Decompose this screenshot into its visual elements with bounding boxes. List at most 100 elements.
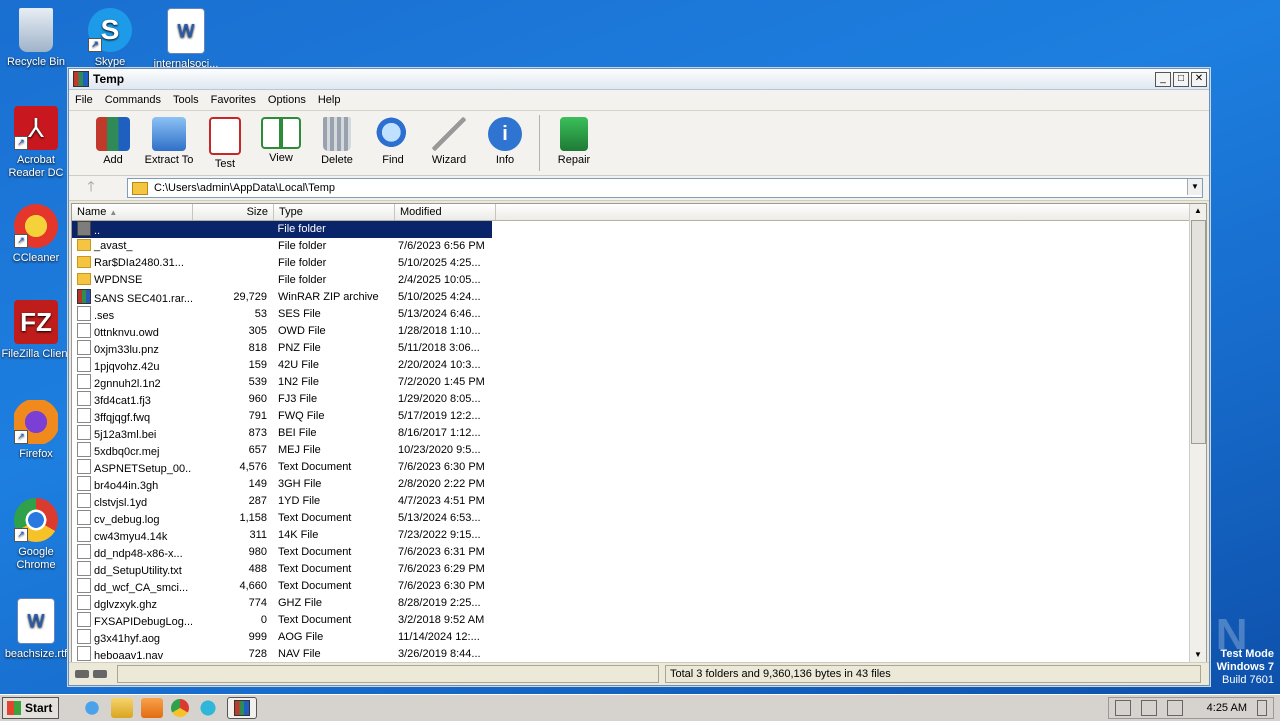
menu-help[interactable]: Help <box>312 94 347 106</box>
chevron-down-icon[interactable]: ▼ <box>1187 179 1202 195</box>
table-row[interactable]: dd_wcf_CA_smci... 4,660 Text Document 7/6/2… <box>72 578 1206 595</box>
test-button[interactable]: Test <box>197 111 253 170</box>
desktop-icon-skype[interactable]: S ↗ Skype <box>74 8 146 69</box>
table-row[interactable]: 5xdbq0cr.mej 657 MEJ File 10/23/2020 9:5... <box>72 442 1206 459</box>
delete-button[interactable]: Delete <box>309 111 365 166</box>
column-name-header[interactable]: Name ▲ <box>72 204 193 220</box>
clock[interactable]: 4:25 AM <box>1207 702 1247 714</box>
desktop-icon-rtf[interactable]: W beachsize.rtf <box>0 598 72 661</box>
desktop-icon-firefox[interactable]: ↗ Firefox <box>0 400 72 461</box>
table-row[interactable]: dd_ndp48-x86-x... 980 Text Document 7/6/202… <box>72 544 1206 561</box>
file-size-cell: 488 <box>248 563 267 575</box>
file-size-cell: 311 <box>249 529 267 541</box>
menu-tools[interactable]: Tools <box>167 94 205 106</box>
file-name-cell: 5j12a3ml.bei <box>72 425 192 442</box>
show-desktop-icon[interactable] <box>1257 700 1267 716</box>
winrar-icon <box>234 700 251 716</box>
file-icon <box>77 323 91 338</box>
table-row[interactable]: SANS SEC401.rar... 29,729 WinRAR ZIP archi… <box>72 289 1206 306</box>
file-name-cell: heboaav1.nav <box>72 646 192 662</box>
action-center-flag-icon[interactable] <box>1114 700 1131 716</box>
maximize-button[interactable]: □ <box>1173 71 1189 87</box>
table-row[interactable]: 5j12a3ml.bei 873 BEI File 8/16/2017 1:12... <box>72 425 1206 442</box>
table-row[interactable]: WPDNSE File folder 2/4/2025 10:05... <box>72 272 1206 289</box>
taskbar-winrar-icon[interactable] <box>227 697 258 719</box>
vertical-scrollbar[interactable]: ▲ ▼ <box>1189 204 1206 662</box>
info-button[interactable]: i Info <box>477 111 533 166</box>
table-row[interactable]: 1pjqvohz.42u 159 42U File 2/20/2024 10:3... <box>72 357 1206 374</box>
table-row[interactable]: 2gnnuh2l.1n2 539 1N2 File 7/2/2020 1:45 PM <box>72 374 1206 391</box>
file-name-cell: dglvzxyk.ghz <box>72 595 192 612</box>
desktop-icon-word-doc[interactable]: W internalsoci... <box>150 8 222 71</box>
scroll-thumb[interactable] <box>1191 220 1206 444</box>
repair-button[interactable]: Repair <box>546 111 602 166</box>
table-row[interactable]: dd_SetupUtility.txt 488 Text Document 7/6/2… <box>72 561 1206 578</box>
start-button[interactable]: Start <box>2 697 60 719</box>
table-row[interactable]: dglvzxyk.ghz 774 GHZ File 8/28/2019 2:25... <box>72 595 1206 612</box>
table-row[interactable]: ASPNETSetup_00... 4,576 Text Document 7/6/2… <box>72 459 1206 476</box>
taskbar-edge-icon[interactable] <box>197 698 220 718</box>
column-type-header[interactable]: Type <box>274 204 395 220</box>
menu-commands[interactable]: Commands <box>99 94 167 106</box>
table-row[interactable]: clstvjsl.1yd 287 1YD File 4/7/2023 4:51 PM <box>72 493 1206 510</box>
taskbar-media-player-icon[interactable] <box>141 698 164 718</box>
close-button[interactable]: ✕ <box>1191 71 1207 87</box>
archive-icon <box>77 289 91 304</box>
table-row[interactable]: 3ffqjqgf.fwq 791 FWQ File 5/17/2019 12:2... <box>72 408 1206 425</box>
minimize-button[interactable]: _ <box>1155 71 1171 87</box>
table-row[interactable]: Rar$DIa2480.31... File folder 5/10/2025 4:… <box>72 255 1206 272</box>
menu-file[interactable]: File <box>69 94 99 106</box>
volume-icon[interactable] <box>1166 700 1183 716</box>
column-size-header[interactable]: Size <box>193 204 274 220</box>
file-modified-cell: 7/6/2023 6:29 PM <box>398 563 485 575</box>
address-bar: 🡑 C:\Users\admin\AppData\Local\Temp ▼ <box>69 176 1209 201</box>
file-name-cell: 2gnnuh2l.1n2 <box>72 374 192 391</box>
scroll-up-icon[interactable]: ▲ <box>1190 204 1206 218</box>
path-combobox[interactable]: C:\Users\admin\AppData\Local\Temp ▼ <box>127 178 1203 198</box>
extract-to-button[interactable]: Extract To <box>141 111 197 166</box>
file-size-cell: 539 <box>248 376 267 388</box>
table-row[interactable]: g3x41hyf.aog 999 AOG File 11/14/2024 12:... <box>72 629 1206 646</box>
delete-icon <box>323 117 351 151</box>
table-row[interactable]: 0xjm33lu.pnz 818 PNZ File 5/11/2018 3:06... <box>72 340 1206 357</box>
up-folder-button[interactable]: 🡑 <box>77 176 105 200</box>
find-button[interactable]: Find <box>365 111 421 166</box>
desktop-icon-chrome[interactable]: ↗ Google Chrome <box>0 498 72 572</box>
info-icon: i <box>488 117 522 151</box>
test-mode-watermark: Test Mode Windows 7 Build 7601 <box>1216 648 1274 686</box>
desktop-icon-acrobat[interactable]: ⅄ ↗ Acrobat Reader DC <box>0 106 72 180</box>
table-row[interactable]: FXSAPIDebugLog... 0 Text Document 3/2/2018 … <box>72 612 1206 629</box>
file-list: Name ▲ Size Type Modified .. File folder _… <box>71 203 1207 663</box>
network-icon[interactable] <box>1140 700 1157 716</box>
table-row[interactable]: .. File folder <box>72 221 492 238</box>
file-type-cell: FJ3 File <box>278 393 318 405</box>
file-name-cell: 5xdbq0cr.mej <box>72 442 192 459</box>
menu-favorites[interactable]: Favorites <box>205 94 262 106</box>
key-icon[interactable] <box>93 670 107 678</box>
table-row[interactable]: 0ttnknvu.owd 305 OWD File 1/28/2018 1:10... <box>72 323 1206 340</box>
add-button[interactable]: Add <box>85 111 141 166</box>
title-bar[interactable]: Temp _ □ ✕ <box>69 69 1209 90</box>
menu-options[interactable]: Options <box>262 94 312 106</box>
file-size-cell: 657 <box>248 444 267 456</box>
table-row[interactable]: 3fd4cat1.fj3 960 FJ3 File 1/29/2020 8:05... <box>72 391 1206 408</box>
desktop-icon-filezilla[interactable]: FZ FileZilla Client <box>0 300 72 361</box>
scroll-down-icon[interactable]: ▼ <box>1190 648 1206 662</box>
desktop-icon-ccleaner[interactable]: ↗ CCleaner <box>0 204 72 265</box>
table-row[interactable]: heboaav1.nav 728 NAV File 3/26/2019 8:44... <box>72 646 1206 662</box>
column-modified-header[interactable]: Modified <box>395 204 496 220</box>
file-size-cell: 818 <box>248 342 267 354</box>
wizard-button[interactable]: Wizard <box>421 111 477 166</box>
table-row[interactable]: _avast_ File folder 7/6/2023 6:56 PM <box>72 238 1206 255</box>
drive-icon[interactable] <box>75 670 89 678</box>
table-row[interactable]: br4o44in.3gh 149 3GH File 2/8/2020 2:22 PM <box>72 476 1206 493</box>
table-row[interactable]: cv_debug.log 1,158 Text Document 5/13/2024 … <box>72 510 1206 527</box>
taskbar-chrome-icon[interactable] <box>171 699 190 717</box>
desktop-icon-recycle-bin[interactable]: Recycle Bin <box>0 8 72 69</box>
taskbar-ie-icon[interactable] <box>81 698 104 718</box>
view-button[interactable]: View <box>253 111 309 164</box>
table-row[interactable]: cw43myu4.14k 311 14K File 7/23/2022 9:15... <box>72 527 1206 544</box>
taskbar-explorer-icon[interactable] <box>111 698 134 718</box>
table-row[interactable]: .ses 53 SES File 5/13/2024 6:46... <box>72 306 1206 323</box>
file-type-cell: Text Document <box>278 461 352 473</box>
